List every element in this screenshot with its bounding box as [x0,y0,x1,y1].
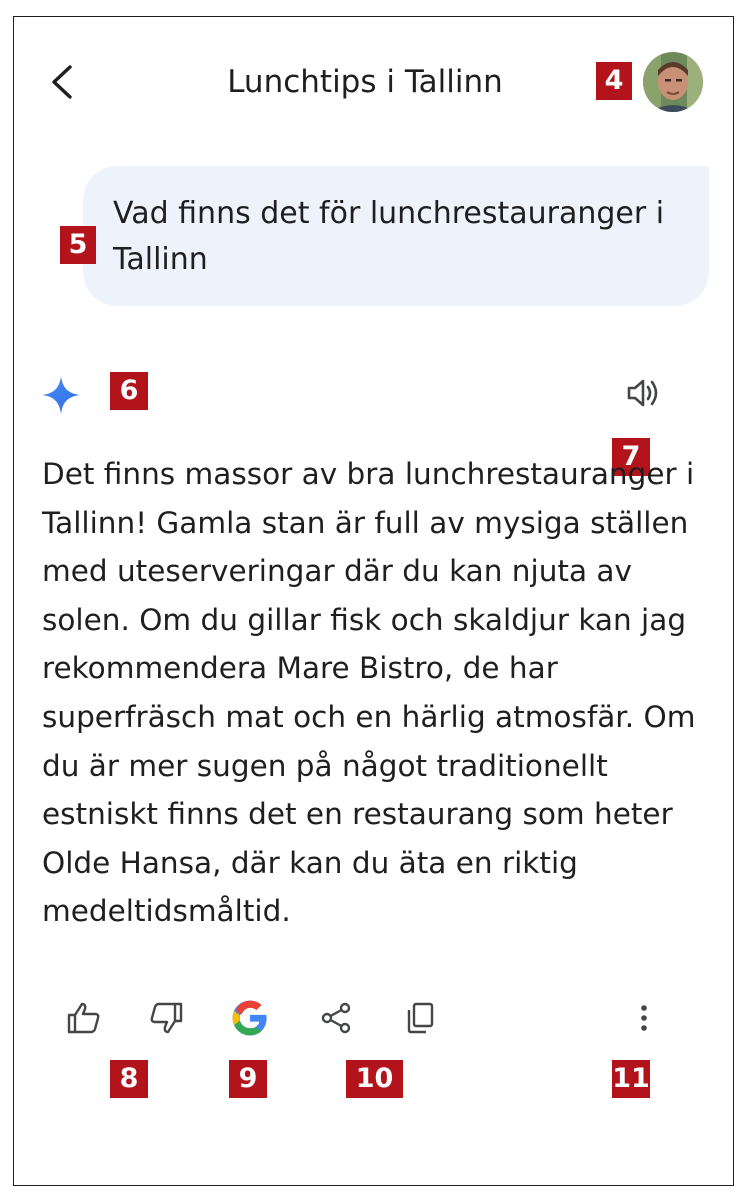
thumbs-up-icon [67,1002,100,1034]
more-vert-icon [641,1005,647,1031]
annotation-badge-avatar: 4 [596,62,632,100]
copy-button[interactable] [398,996,442,1040]
annotation-badge-share: 10 [346,1060,403,1098]
annotation-badge-more: 11 [612,1060,650,1098]
copy-icon [407,1002,434,1034]
response-text: Det finns massor av bra lunchrestaurange… [42,457,696,929]
back-arrow-icon [52,65,72,99]
avatar[interactable] [643,52,703,112]
google-g-icon [232,1000,267,1036]
user-message-text: Vad finns det för lunchrestauranger i Ta… [113,196,665,277]
annotation-badge-feedback: 8 [110,1060,148,1098]
annotation-badge-google: 9 [229,1060,267,1098]
speaker-button[interactable] [622,373,666,413]
share-icon [321,1002,351,1034]
thumbs-up-button[interactable] [62,996,106,1040]
google-search-button[interactable] [228,996,272,1040]
annotation-badge-gemini: 6 [110,372,148,410]
more-options-button[interactable] [622,996,666,1040]
user-avatar-photo [643,52,703,112]
gemini-sparkle-icon [40,374,82,416]
share-button[interactable] [314,996,358,1040]
back-button[interactable] [40,60,84,104]
thumbs-down-button[interactable] [144,996,188,1040]
page-title: Lunchtips i Tallinn [227,64,503,100]
speaker-icon [627,379,658,407]
thumbs-down-icon [150,1002,183,1034]
annotation-badge-prompt: 5 [60,226,96,264]
